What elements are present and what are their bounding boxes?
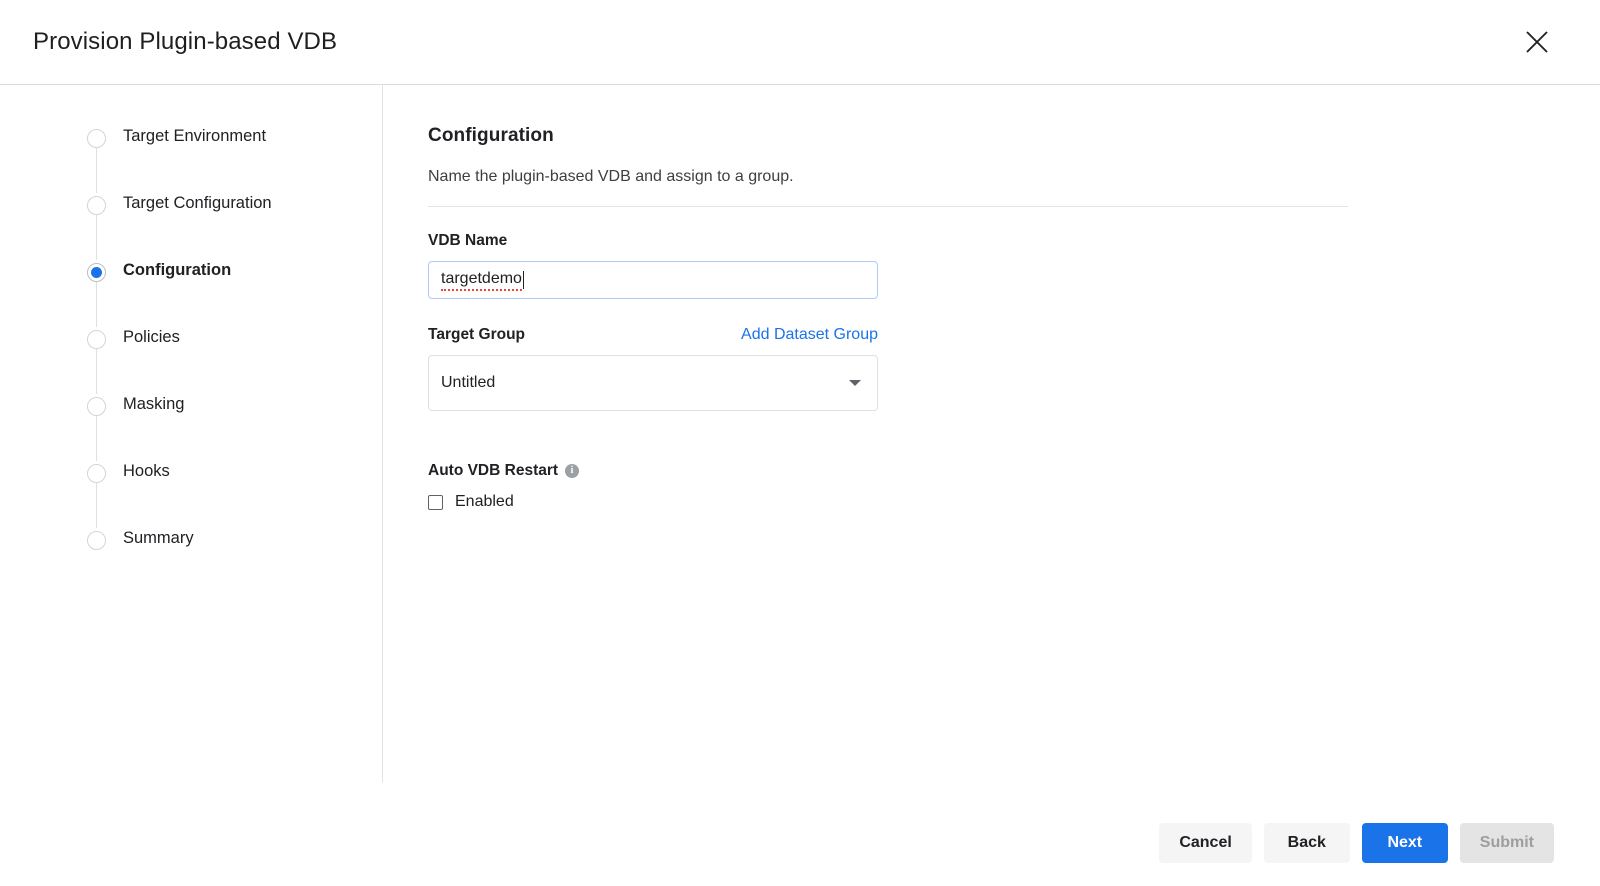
step-marker-icon bbox=[87, 196, 106, 215]
close-icon bbox=[1525, 30, 1549, 54]
submit-button: Submit bbox=[1460, 823, 1554, 863]
target-group-select[interactable]: Untitled bbox=[428, 355, 878, 411]
section-divider bbox=[428, 206, 1348, 207]
section-subtitle: Name the plugin-based VDB and assign to … bbox=[428, 168, 1600, 186]
target-group-label: Target Group bbox=[428, 326, 525, 344]
auto-vdb-restart-label: Auto VDB Restart bbox=[428, 462, 558, 480]
section-title: Configuration bbox=[428, 125, 1600, 147]
dialog-footer: Cancel Back Next Submit bbox=[0, 800, 1600, 886]
step-connector bbox=[96, 282, 97, 327]
step-marker-icon-active bbox=[87, 263, 106, 282]
step-connector bbox=[96, 148, 97, 193]
dialog-header: Provision Plugin-based VDB bbox=[0, 0, 1600, 85]
step-marker-icon bbox=[87, 397, 106, 416]
auto-vdb-restart-checkbox[interactable] bbox=[428, 495, 443, 510]
cancel-button[interactable]: Cancel bbox=[1159, 823, 1251, 863]
step-target-environment[interactable]: Target Environment bbox=[0, 126, 383, 193]
wizard-stepper: Target Environment Target Configuration … bbox=[0, 85, 383, 800]
step-label: Target Configuration bbox=[123, 193, 272, 214]
target-group-field-group: Target Group Add Dataset Group Untitled bbox=[428, 326, 1600, 411]
page-title: Provision Plugin-based VDB bbox=[33, 28, 337, 56]
vdb-name-input[interactable]: targetdemo bbox=[428, 261, 878, 299]
step-label: Configuration bbox=[123, 260, 231, 281]
step-connector bbox=[96, 416, 97, 461]
step-marker-icon bbox=[87, 330, 106, 349]
step-masking[interactable]: Masking bbox=[0, 394, 383, 461]
add-dataset-group-link[interactable]: Add Dataset Group bbox=[741, 326, 878, 344]
next-button[interactable]: Next bbox=[1362, 823, 1448, 863]
step-marker-icon bbox=[87, 129, 106, 148]
back-button[interactable]: Back bbox=[1264, 823, 1350, 863]
vdb-name-field-group: VDB Name targetdemo bbox=[428, 232, 1600, 299]
step-label: Hooks bbox=[123, 461, 170, 482]
step-connector bbox=[96, 483, 97, 528]
step-configuration[interactable]: Configuration bbox=[0, 260, 383, 327]
step-label: Summary bbox=[123, 528, 194, 549]
step-connector bbox=[96, 349, 97, 394]
step-policies[interactable]: Policies bbox=[0, 327, 383, 394]
step-label: Target Environment bbox=[123, 126, 266, 147]
step-marker-icon bbox=[87, 531, 106, 550]
step-connector bbox=[96, 215, 97, 260]
dialog-body: Target Environment Target Configuration … bbox=[0, 85, 1600, 800]
auto-vdb-restart-group: Auto VDB Restart i Enabled bbox=[428, 462, 1600, 511]
step-marker-icon bbox=[87, 464, 106, 483]
auto-vdb-restart-checkbox-row[interactable]: Enabled bbox=[428, 493, 514, 511]
provision-vdb-dialog: Provision Plugin-based VDB Target Enviro… bbox=[0, 0, 1600, 886]
step-label: Masking bbox=[123, 394, 184, 415]
step-target-configuration[interactable]: Target Configuration bbox=[0, 193, 383, 260]
step-summary[interactable]: Summary bbox=[0, 528, 383, 595]
info-icon[interactable]: i bbox=[565, 464, 579, 478]
target-group-selected-value: Untitled bbox=[441, 374, 495, 392]
step-hooks[interactable]: Hooks bbox=[0, 461, 383, 528]
chevron-down-icon bbox=[849, 380, 861, 386]
step-label: Policies bbox=[123, 327, 180, 348]
configuration-panel: Configuration Name the plugin-based VDB … bbox=[383, 85, 1600, 800]
vdb-name-value: targetdemo bbox=[441, 270, 522, 291]
auto-vdb-restart-checkbox-label: Enabled bbox=[455, 493, 514, 511]
text-caret bbox=[523, 271, 524, 289]
close-button[interactable] bbox=[1520, 25, 1554, 59]
vdb-name-label: VDB Name bbox=[428, 232, 1600, 250]
